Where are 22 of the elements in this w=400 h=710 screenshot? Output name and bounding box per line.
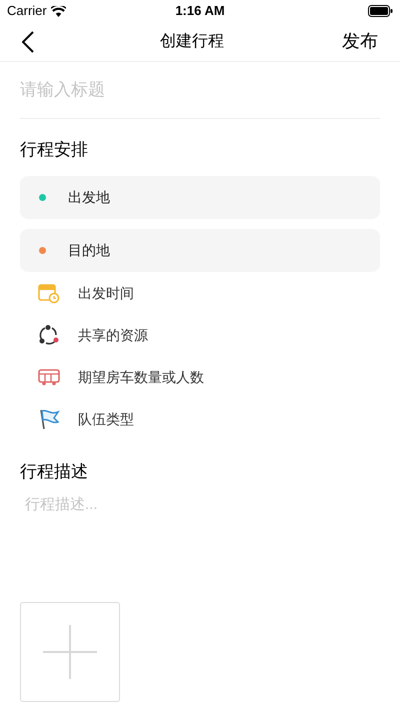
carrier-label: Carrier xyxy=(7,2,47,20)
wifi-icon xyxy=(50,6,66,16)
share-nodes-icon xyxy=(38,324,60,346)
section-heading: 行程描述 xyxy=(20,461,89,483)
description-input-field[interactable]: 行程描述... xyxy=(20,494,380,594)
option-row[interactable]: 期望房车数量或人数 xyxy=(20,356,380,398)
battery-icon xyxy=(368,5,393,17)
page-title: 创建行程 xyxy=(160,32,224,52)
section-heading: 行程安排 xyxy=(20,139,89,161)
back-chevron-icon xyxy=(22,30,34,52)
plus-icon xyxy=(43,625,97,679)
location-field[interactable]: 出发地 xyxy=(20,176,380,219)
option-row[interactable]: 共享的资源 xyxy=(20,314,380,356)
calendar-clock-icon xyxy=(38,282,60,304)
status-time: 1:16 AM xyxy=(175,2,225,20)
publish-button[interactable]: 发布 xyxy=(342,28,378,55)
location-field[interactable]: 目的地 xyxy=(20,229,380,272)
option-row[interactable]: 出发时间 xyxy=(20,272,380,314)
flag-icon xyxy=(38,408,60,430)
bus-icon xyxy=(38,366,60,388)
title-input-field[interactable]: 请输入标题 xyxy=(20,62,380,119)
option-row[interactable]: 队伍类型 xyxy=(20,398,380,440)
